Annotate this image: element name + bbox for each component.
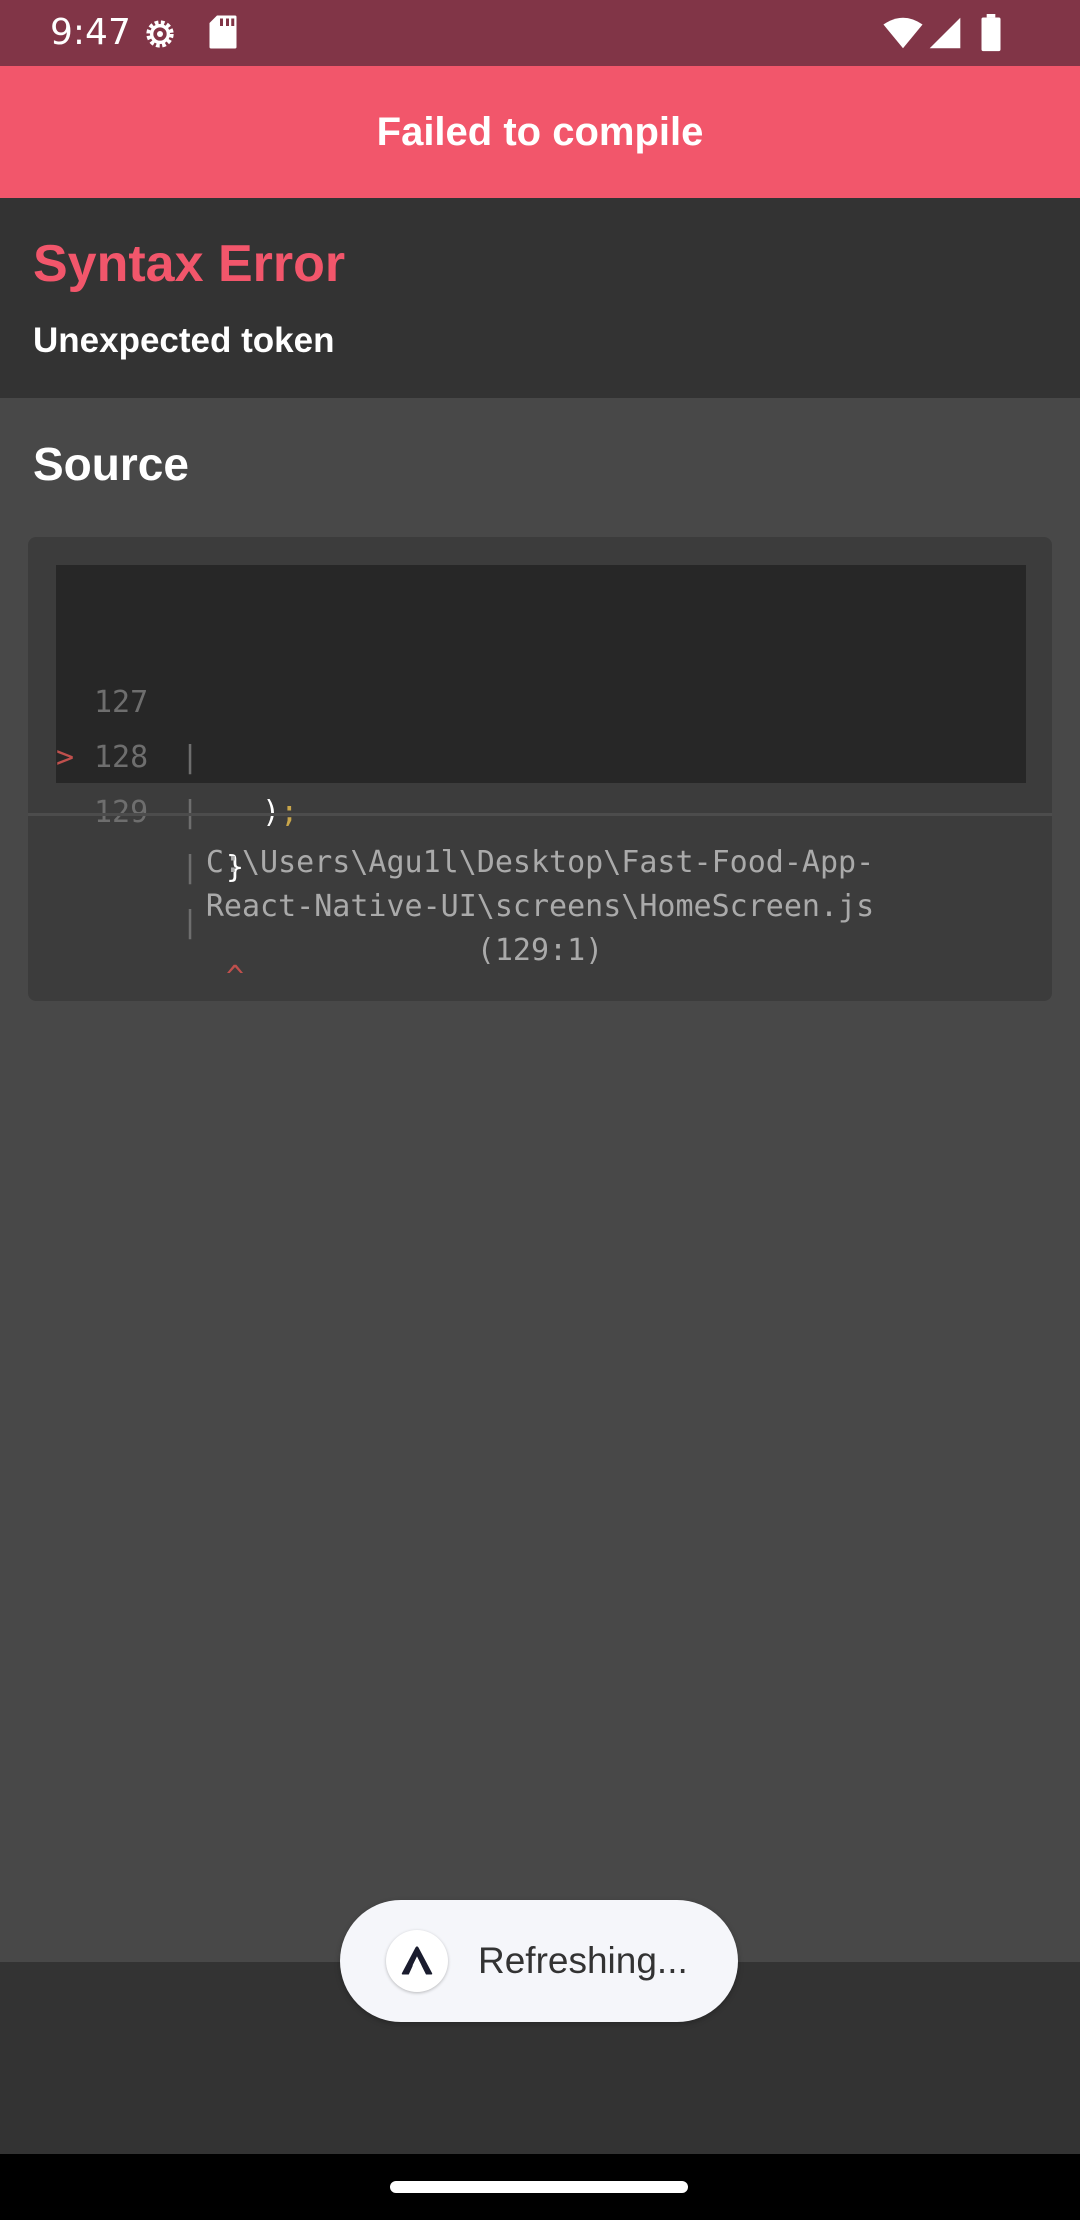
source-card[interactable]: 127 | ); 128 | } > 129 | | ^ C:\Users\Ag… — [28, 537, 1052, 1001]
cell-signal-icon — [928, 16, 962, 55]
code-line-error: > 129 | — [56, 675, 199, 885]
error-title: Syntax Error — [33, 235, 346, 293]
error-message: Unexpected token — [33, 321, 335, 360]
expo-logo-icon — [386, 1930, 448, 1992]
error-summary: Syntax Error Unexpected token — [0, 198, 1080, 398]
battery-icon — [980, 14, 1002, 57]
refreshing-toast: Refreshing... — [340, 1900, 738, 2022]
sd-card-icon — [208, 14, 238, 55]
code-frame: 127 | ); 128 | } > 129 | | ^ — [56, 565, 1026, 995]
home-handle[interactable] — [390, 2181, 688, 2193]
code-line-caret: | ^ — [56, 730, 244, 995]
toast-text: Refreshing... — [478, 1940, 688, 1981]
file-path-line: React-Native-UI\screens\HomeScreen.js — [205, 889, 875, 924]
file-path-line: C:\Users\Agu1l\Desktop\Fast-Food-App- — [205, 845, 875, 880]
status-bar: 9:47 — [0, 0, 1080, 66]
error-header: Failed to compile — [0, 66, 1080, 198]
code-line: 127 | ); — [56, 565, 298, 830]
code-line: 128 | } — [56, 620, 244, 885]
file-path[interactable]: C:\Users\Agu1l\Desktop\Fast-Food-App- Re… — [28, 841, 1052, 973]
card-divider — [28, 813, 1052, 816]
line-pipe: | — [181, 740, 200, 775]
header-title: Failed to compile — [376, 109, 704, 154]
wifi-icon — [882, 16, 924, 55]
status-time: 9:47 — [50, 12, 131, 53]
settings-gear-icon — [140, 14, 180, 59]
source-heading: Source — [33, 438, 189, 490]
file-location: (129:1) — [476, 933, 604, 968]
navigation-bar — [0, 2154, 1080, 2220]
